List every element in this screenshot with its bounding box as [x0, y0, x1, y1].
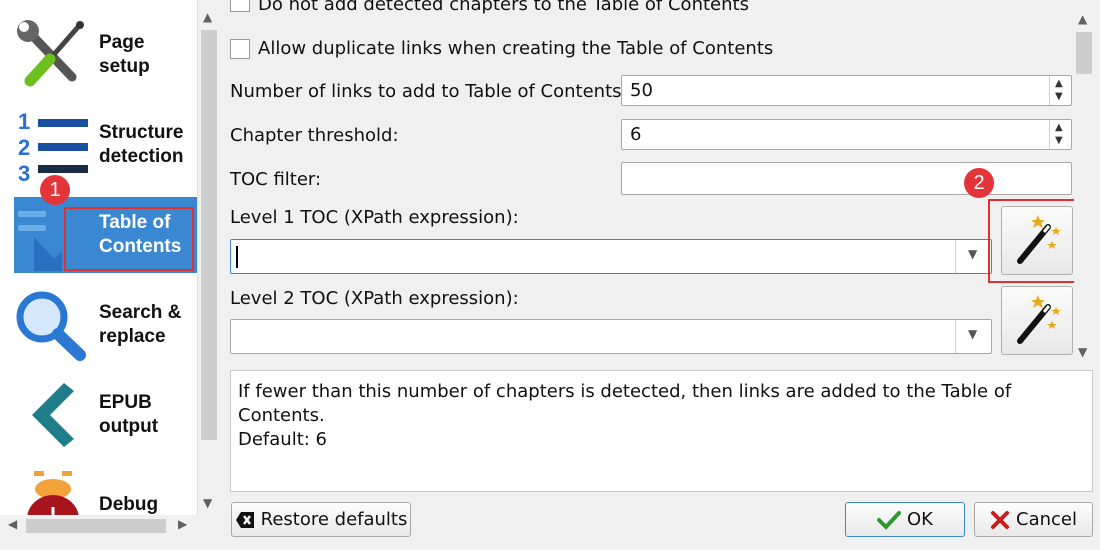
- sidebar-item-table-of-contents[interactable]: Table of Contents: [14, 197, 197, 273]
- annotation-badge-1: 1: [40, 175, 70, 205]
- bug-icon: [14, 467, 92, 515]
- no-detected-chapters-checkbox[interactable]: [230, 0, 250, 12]
- svg-text:3: 3: [18, 161, 30, 183]
- num-links-value: 50: [630, 80, 653, 101]
- sidebar-item-search-replace[interactable]: Search & replace: [14, 287, 197, 363]
- annotation-badge-2: 2: [964, 168, 994, 198]
- sidebar-list: Page setup 1 2 3 Structure detection Tab…: [0, 0, 198, 515]
- wrench-screwdriver-icon: [14, 17, 92, 93]
- sidebar-item-label: EPUB output: [99, 392, 159, 437]
- restore-defaults-label: Restore defaults: [260, 509, 408, 530]
- level2-toc-combobox[interactable]: ▼: [230, 319, 992, 354]
- help-text-line: If fewer than this number of chapters is…: [238, 381, 1012, 426]
- toc-filter-label: TOC filter:: [230, 169, 322, 190]
- sidebar-horizontal-scrollbar[interactable]: ◀ ▶: [0, 515, 198, 537]
- sidebar: Page setup 1 2 3 Structure detection Tab…: [0, 0, 220, 550]
- sidebar-item-epub-output[interactable]: EPUB output: [14, 377, 197, 453]
- spin-buttons[interactable]: ▲ ▼: [1049, 76, 1071, 105]
- toc-icon: [14, 197, 92, 273]
- level1-toc-label: Level 1 TOC (XPath expression):: [230, 207, 519, 228]
- annotation-highlight-2: [988, 199, 1078, 283]
- scrollbar-thumb[interactable]: [201, 30, 217, 440]
- dropdown-button[interactable]: ▼: [955, 240, 991, 273]
- scroll-up-icon[interactable]: ▲: [203, 10, 212, 24]
- restore-defaults-button[interactable]: Restore defaults: [231, 502, 411, 537]
- scroll-down-icon[interactable]: ▼: [1078, 345, 1087, 359]
- scroll-right-icon[interactable]: ▶: [178, 517, 187, 531]
- sidebar-item-page-setup[interactable]: Page setup: [14, 17, 197, 93]
- allow-duplicate-links-checkbox[interactable]: [230, 39, 250, 59]
- level1-toc-combobox[interactable]: ▼: [230, 239, 992, 274]
- ok-button[interactable]: OK: [845, 502, 965, 537]
- scroll-up-icon[interactable]: ▲: [1078, 12, 1087, 26]
- scrollbar-thumb[interactable]: [26, 519, 166, 533]
- sidebar-item-label: Structure detection: [99, 122, 184, 167]
- chapter-threshold-value: 6: [630, 124, 642, 145]
- chevron-down-icon: ▼: [968, 247, 978, 261]
- scroll-left-icon[interactable]: ◀: [8, 517, 17, 531]
- svg-text:1: 1: [18, 109, 30, 134]
- cancel-label: Cancel: [1016, 509, 1077, 530]
- num-links-spinbox[interactable]: 50 ▲ ▼: [621, 75, 1072, 106]
- sidebar-item-label: Debug: [99, 494, 159, 515]
- sidebar-item-debug[interactable]: Debug: [14, 467, 197, 515]
- num-links-label: Number of links to add to Table of Conte…: [230, 81, 628, 102]
- text-caret: [236, 246, 238, 268]
- sidebar-item-label: Page setup: [99, 32, 150, 77]
- spin-buttons[interactable]: ▲ ▼: [1049, 120, 1071, 149]
- ok-label: OK: [907, 509, 933, 530]
- numbered-list-icon: 1 2 3: [14, 107, 92, 186]
- checkmark-icon: [877, 510, 901, 530]
- chevron-down-icon: ▼: [968, 327, 978, 341]
- spin-down-icon[interactable]: ▼: [1055, 135, 1063, 146]
- chapter-threshold-spinbox[interactable]: 6 ▲ ▼: [621, 119, 1072, 150]
- cancel-button[interactable]: Cancel: [974, 502, 1093, 537]
- magnifier-icon: [14, 287, 92, 363]
- close-icon: [991, 510, 1009, 529]
- sidebar-item-label: Search & replace: [99, 302, 182, 347]
- dropdown-button[interactable]: ▼: [955, 320, 991, 353]
- toc-filter-input[interactable]: [621, 162, 1072, 195]
- spin-up-icon[interactable]: ▲: [1055, 122, 1063, 133]
- clear-icon: [235, 511, 254, 528]
- chapter-threshold-label: Chapter threshold:: [230, 125, 399, 146]
- scroll-down-icon[interactable]: ▼: [203, 496, 212, 510]
- allow-duplicate-links-label: Allow duplicate links when creating the …: [258, 38, 774, 59]
- form-vertical-scrollbar[interactable]: ▲ ▼: [1074, 0, 1094, 365]
- no-detected-chapters-label: Do not add detected chapters to the Tabl…: [258, 0, 749, 15]
- scrollbar-thumb[interactable]: [1076, 32, 1092, 74]
- sidebar-vertical-scrollbar[interactable]: ▲ ▼: [198, 0, 220, 515]
- level2-xpath-wizard-button[interactable]: [1001, 286, 1073, 355]
- help-text-line: Default: 6: [238, 429, 328, 450]
- magic-wand-icon: [1017, 295, 1061, 344]
- chevron-left-icon: [14, 377, 92, 453]
- sidebar-item-label: Table of Contents: [99, 212, 182, 257]
- spin-up-icon[interactable]: ▲: [1055, 78, 1063, 89]
- svg-text:2: 2: [18, 135, 30, 160]
- sidebar-item-structure-detection[interactable]: 1 2 3 Structure detection: [14, 107, 197, 186]
- help-text-panel: If fewer than this number of chapters is…: [230, 370, 1093, 492]
- level2-toc-label: Level 2 TOC (XPath expression):: [230, 288, 519, 309]
- spin-down-icon[interactable]: ▼: [1055, 91, 1063, 102]
